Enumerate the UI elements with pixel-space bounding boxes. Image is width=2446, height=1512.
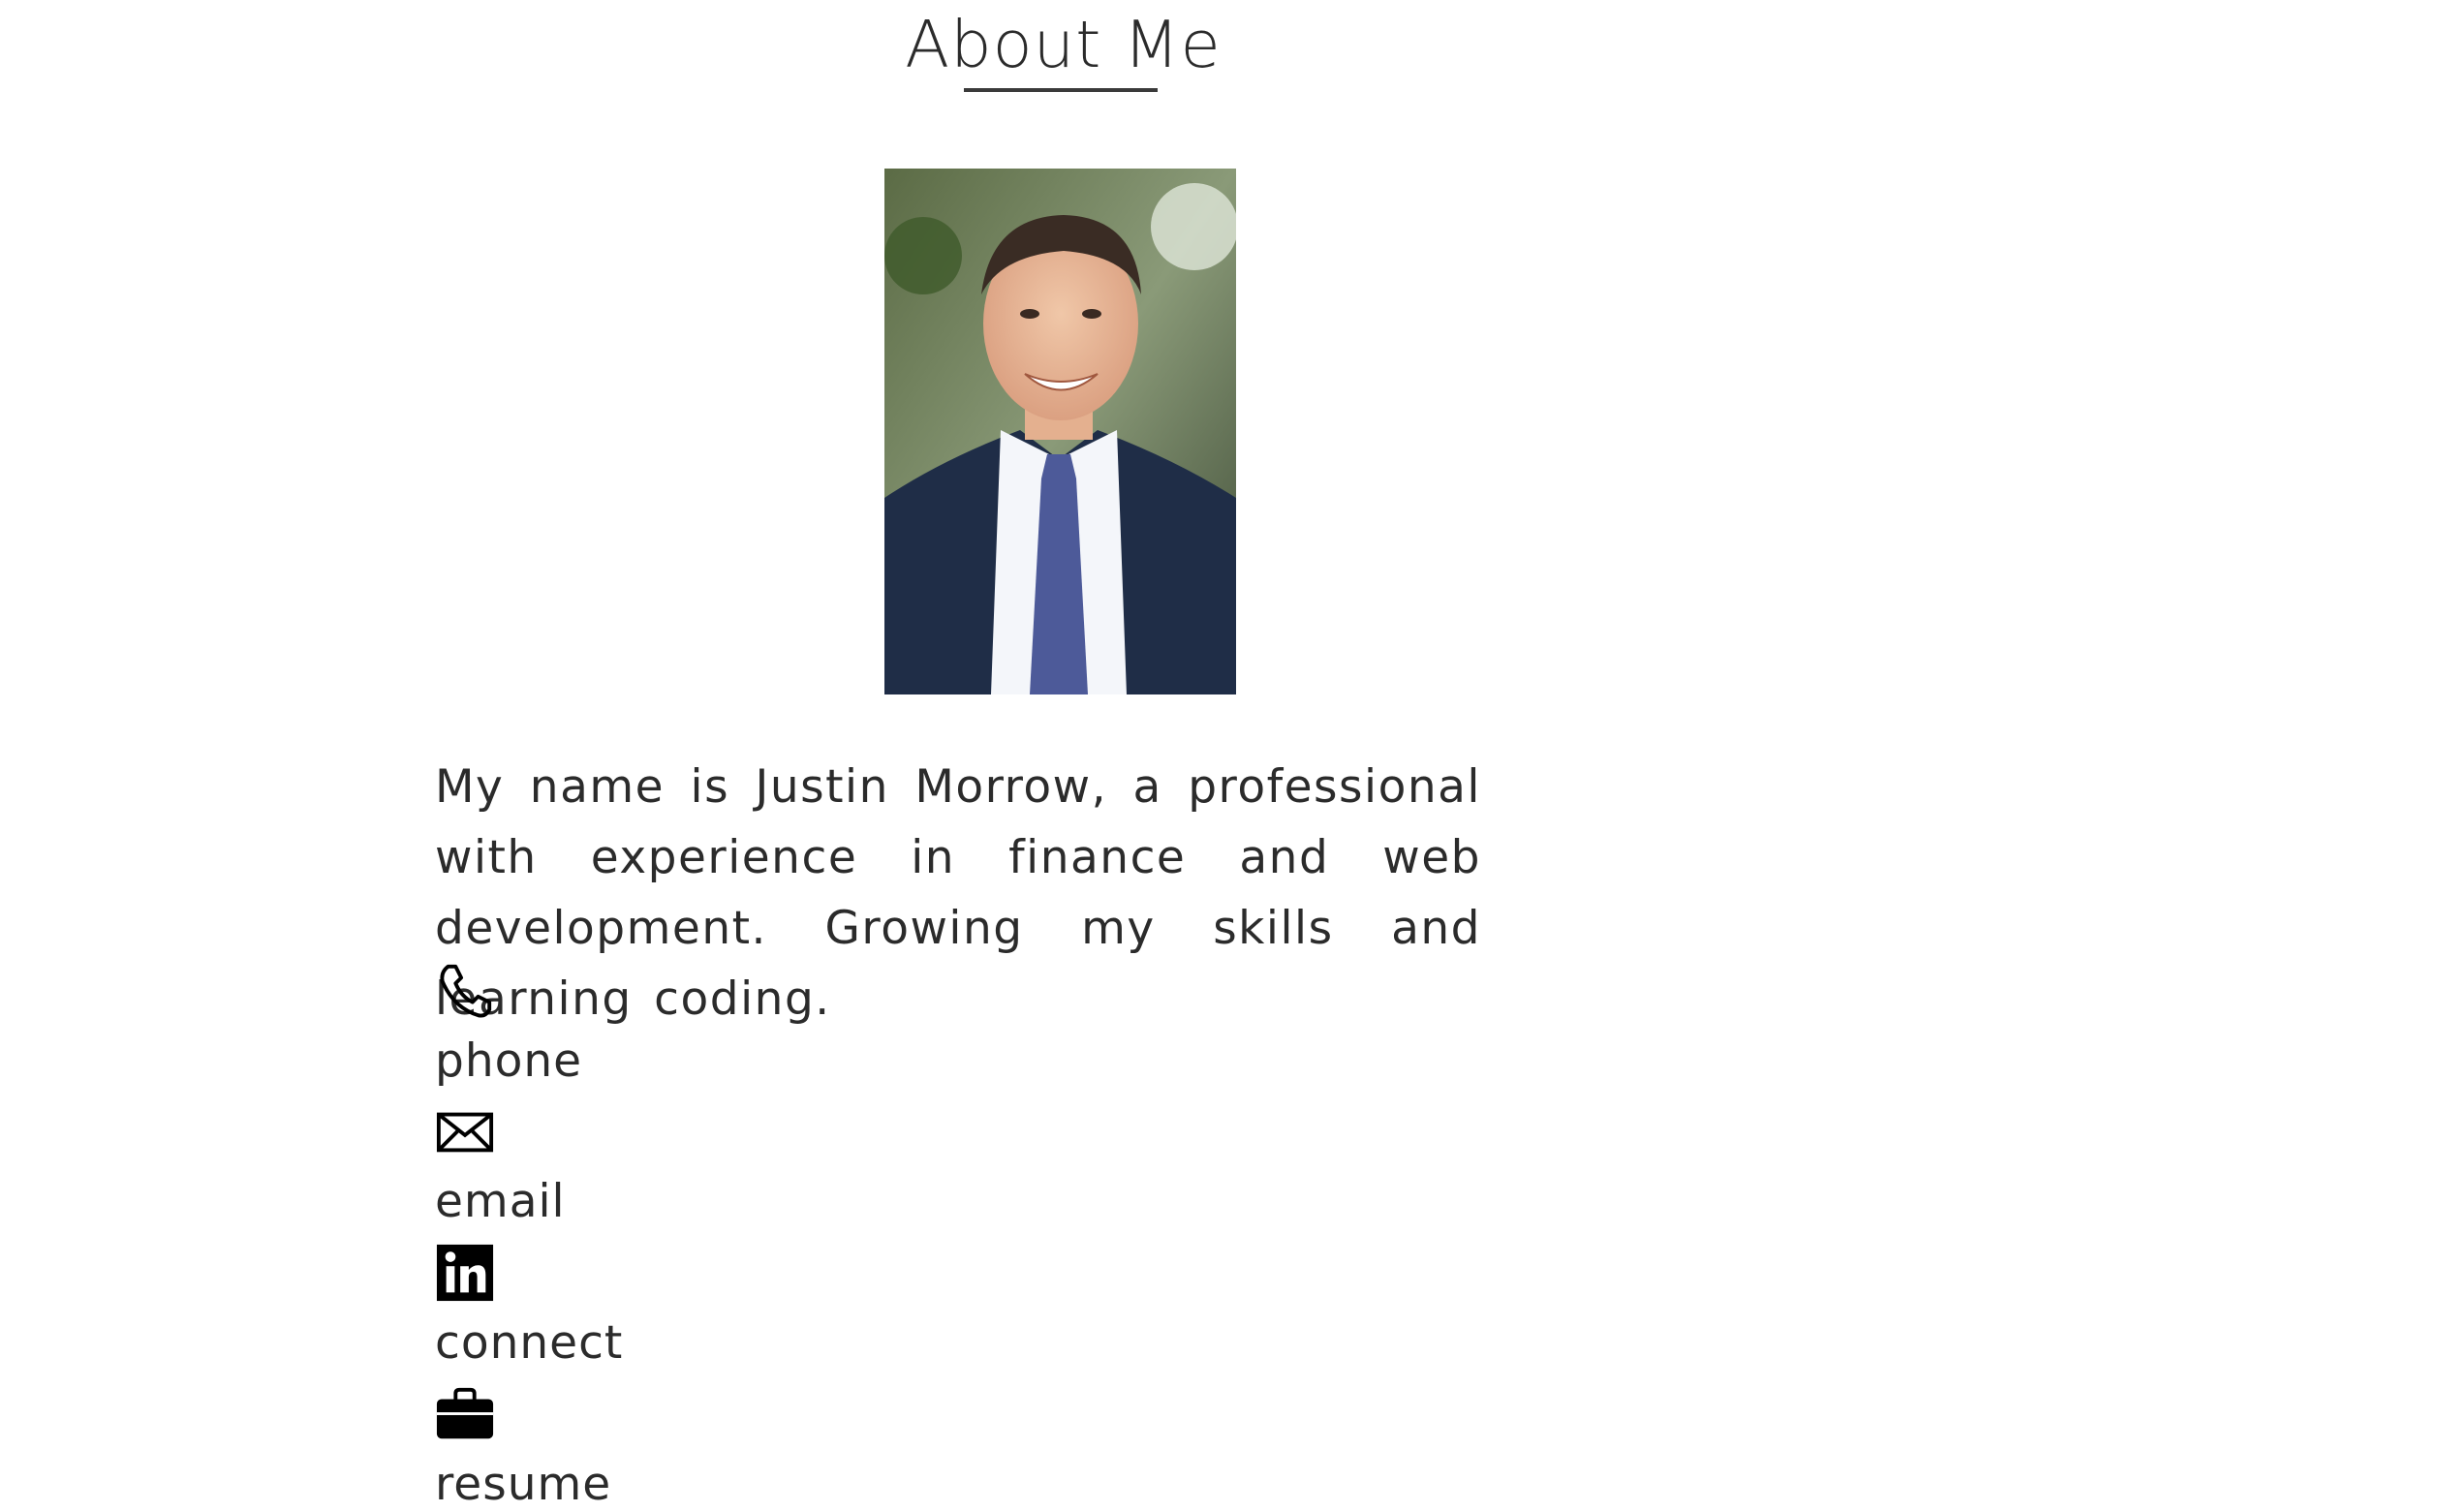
linkedin-icon [435, 1243, 495, 1303]
envelope-icon [435, 1101, 495, 1161]
briefcase-icon [435, 1384, 495, 1444]
phone-label: phone [435, 1034, 583, 1088]
phone-link[interactable]: phone [435, 961, 582, 1089]
linkedin-link[interactable]: connect [435, 1243, 623, 1371]
resume-label: resume [435, 1458, 612, 1511]
profile-photo [884, 169, 1236, 694]
phone-icon [435, 961, 495, 1021]
resume-link[interactable]: resume [435, 1384, 611, 1512]
title-underline [964, 88, 1158, 92]
email-link[interactable]: email [435, 1101, 566, 1229]
bio-text: My name is Justin Morrow, a professional… [435, 760, 1481, 1026]
page-title: About Me [905, 7, 1222, 82]
email-label: email [435, 1175, 566, 1228]
connect-label: connect [435, 1316, 624, 1370]
